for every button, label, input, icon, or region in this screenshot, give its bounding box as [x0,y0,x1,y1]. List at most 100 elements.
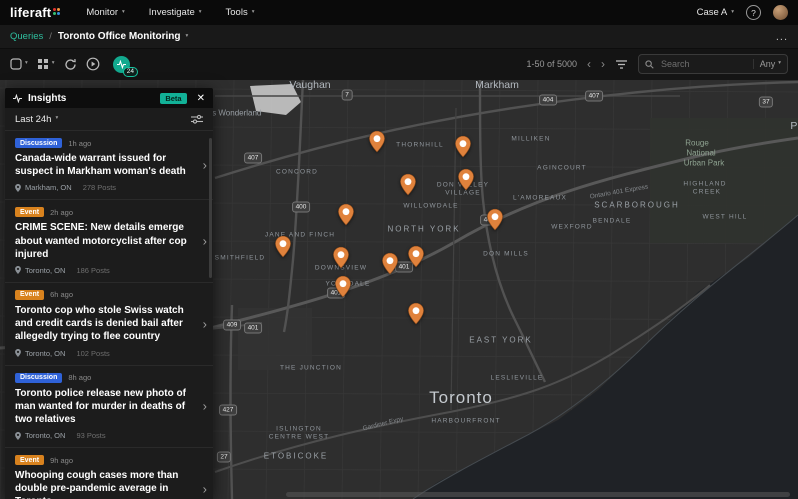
search-scope-dropdown[interactable]: Any ▾ [753,59,781,69]
map-label-hood: WEXFORD [551,224,593,231]
panel-scrollbar[interactable] [209,138,212,278]
logo-dots-icon [53,8,60,15]
chevron-right-icon[interactable]: › [203,481,207,496]
chevron-down-icon: ▾ [52,61,55,67]
insights-panel: Insights Beta ✕ Last 24h ▾ Discussion1h … [5,88,213,499]
chevron-right-icon[interactable]: › [203,399,207,414]
map-pin-marker[interactable] [458,168,475,191]
chevron-down-icon: ▾ [778,61,781,67]
case-label: Case A [697,7,728,18]
nav-menu-tools[interactable]: Tools▾ [226,7,255,18]
highway-shield: 7 [342,90,353,101]
chevron-right-icon[interactable]: › [203,234,207,249]
map-label-city: Pickering [790,120,798,132]
filter-icon[interactable] [615,59,628,70]
highway-shield: 427 [219,405,237,416]
user-avatar[interactable] [773,5,788,20]
view-switcher-button[interactable]: ▾ [37,58,55,70]
overflow-menu-icon[interactable]: ... [776,34,788,40]
map-label-road: Gardiner Expy [362,416,404,433]
highway-shield: 37 [759,97,773,108]
card-post-count: 102 Posts [76,349,109,358]
breadcrumb-queries-link[interactable]: Queries [10,31,43,42]
chevron-right-icon[interactable]: › [203,158,207,173]
chevron-down-icon: ▾ [55,116,58,122]
card-timestamp: 8h ago [68,373,91,382]
search-box[interactable]: Any ▾ [638,54,788,74]
insight-card[interactable]: Discussion8h agoToronto police release n… [5,366,213,449]
card-timestamp: 6h ago [50,290,73,299]
search-input[interactable] [659,58,748,70]
card-title: Canada-wide warrant issued for suspect i… [15,152,195,178]
nav-menu-monitor[interactable]: Monitor▾ [86,7,124,18]
chevron-down-icon: ▾ [25,61,28,67]
map-label-big: Toronto [429,388,493,408]
nav-menu-investigate[interactable]: Investigate▾ [149,7,202,18]
map-label-hood: LESLIEVILLE [491,375,544,382]
insights-time-filter-row: Last 24h ▾ [5,108,213,131]
map-label-hood: WILLOWDALE [403,203,458,210]
card-meta-row: Markham, ON278 Posts [15,183,195,192]
logo-text: liferaft [10,6,51,20]
map-pin-marker[interactable] [275,235,292,258]
card-meta-row: Toronto, ON102 Posts [15,349,195,358]
breadcrumb: Queries / Toronto Office Monitoring ▾ ..… [0,25,798,49]
map-pin-marker[interactable] [335,275,352,298]
main-menu: Monitor▾ Investigate▾ Tools▾ [86,7,254,18]
map-pin-marker[interactable] [400,173,417,196]
map-pin-marker[interactable] [487,208,504,231]
case-selector[interactable]: Case A ▾ [697,7,734,18]
map-pin-marker[interactable] [338,203,355,226]
chevron-down-icon[interactable]: ▾ [185,34,188,40]
close-icon[interactable]: ✕ [197,93,205,104]
highway-shield: 407 [244,153,262,164]
map-pin-marker[interactable] [382,252,399,275]
tune-settings-icon[interactable] [191,114,203,124]
top-nav: liferaft Monitor▾ Investigate▾ Tools▾ Case… [0,0,798,25]
prev-page-button[interactable]: ‹ [587,58,591,70]
breadcrumb-current-query[interactable]: Toronto Office Monitoring [58,31,181,42]
chevron-down-icon: ▾ [252,10,255,16]
grid-view-icon [37,58,49,70]
chevron-down-icon: ▾ [122,10,125,16]
insight-card[interactable]: Event6h agoToronto cop who stole Swiss w… [5,283,213,366]
map-label-hood-lg: ETOBICOKE [264,452,329,461]
card-post-count: 93 Posts [76,431,105,440]
next-page-button[interactable]: › [601,58,605,70]
card-location: Toronto, ON [25,431,65,440]
map-pin-marker[interactable] [408,245,425,268]
insight-card[interactable]: Event2h agoCRIME SCENE: New details emer… [5,200,213,283]
help-icon[interactable]: ? [746,5,761,20]
highway-shield: 404 [539,95,557,106]
insight-card[interactable]: Event9h agoWhooping cough cases more tha… [5,448,213,499]
run-query-button[interactable] [86,57,100,71]
map-label-hood: L'AMOREAUX [513,195,567,202]
highway-shield: 27 [217,452,231,463]
results-toolbar: ▾ ▾ 24 1-50 [0,48,798,80]
chevron-right-icon[interactable]: › [203,316,207,331]
insights-toggle-button[interactable]: 24 [113,56,130,73]
map-pin-marker[interactable] [333,246,350,269]
select-mode-button[interactable]: ▾ [10,58,28,70]
highway-shield: 409 [223,320,241,331]
map-pin-icon [15,184,21,192]
refresh-button[interactable] [64,58,77,71]
time-filter-dropdown[interactable]: Last 24h [15,114,51,125]
insights-card-list: Discussion1h agoCanada-wide warrant issu… [5,131,213,499]
breadcrumb-separator: / [49,31,52,42]
map-label-hood: WEST HILL [703,214,748,221]
liferaft-logo[interactable]: liferaft [10,6,60,20]
map-pin-marker[interactable] [408,302,425,325]
horizontal-scrollbar[interactable] [286,492,790,497]
card-header-row: Discussion8h ago [15,373,195,383]
highway-shield: 407 [585,91,603,102]
insight-card[interactable]: Discussion1h agoCanada-wide warrant issu… [5,131,213,200]
card-post-count: 186 Posts [76,266,109,275]
map-label-park: Rouge [685,139,709,148]
insights-panel-title: Insights [28,93,66,104]
map-pin-marker[interactable] [369,130,386,153]
map-label-hood: CENTRE WEST [269,434,330,441]
card-type-badge: Event [15,455,44,465]
map-pin-marker[interactable] [455,135,472,158]
card-meta-row: Toronto, ON 93 Posts [15,431,195,440]
